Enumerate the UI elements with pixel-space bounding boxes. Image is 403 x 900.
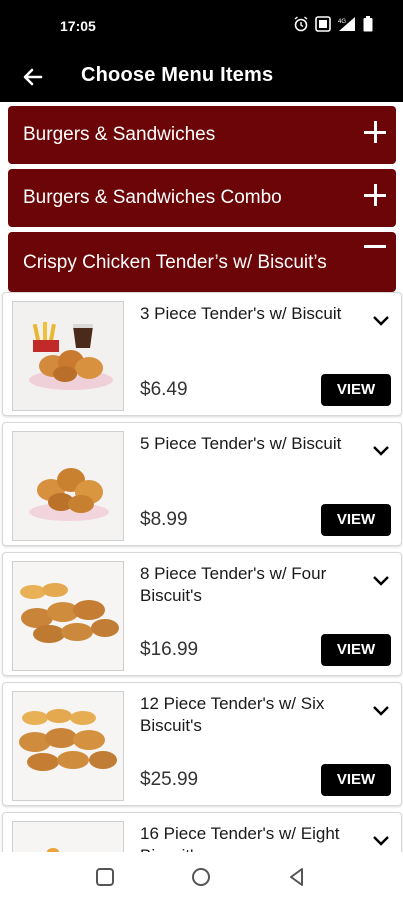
item-image xyxy=(12,431,124,541)
item-price: $8.99 xyxy=(140,509,188,530)
arrow-left-icon[interactable] xyxy=(18,62,48,92)
menu-item-card[interactable]: 16 Piece Tender's w/ Eight Biscuit's xyxy=(2,812,402,852)
tenders-with-fries-image xyxy=(13,302,123,410)
category-crispy-chicken-tenders[interactable]: Crispy Chicken Tender’s w/ Biscuit’s xyxy=(8,232,396,292)
svg-text:4G: 4G xyxy=(338,19,346,25)
view-button[interactable]: VIEW xyxy=(321,764,391,796)
view-button[interactable]: VIEW xyxy=(321,374,391,406)
tenders-with-biscuits-image xyxy=(13,692,123,800)
menu-item-card[interactable]: 12 Piece Tender's w/ Six Biscuit's $25.9… xyxy=(2,682,402,806)
chevron-down-icon[interactable] xyxy=(371,703,391,717)
category-burgers-sandwiches[interactable]: Burgers & Sandwiches xyxy=(8,106,396,164)
item-image xyxy=(12,691,124,801)
menu-content: Burgers & Sandwiches Burgers & Sandwiche… xyxy=(0,102,403,852)
status-bar: 17:05 4G xyxy=(0,0,403,52)
item-price: $6.49 xyxy=(140,379,188,400)
item-name: 12 Piece Tender's w/ Six Biscuit's xyxy=(140,694,325,735)
item-name: 16 Piece Tender's w/ Eight Biscuit's xyxy=(140,824,340,852)
category-label: Burgers & Sandwiches xyxy=(23,124,216,145)
menu-item-card[interactable]: 8 Piece Tender's w/ Four Biscuit's $16.9… xyxy=(2,552,402,676)
minus-icon[interactable] xyxy=(364,234,388,258)
tenders-image xyxy=(13,432,123,540)
item-price: $16.99 xyxy=(140,639,199,660)
category-label: Crispy Chicken Tender’s w/ Biscuit’s xyxy=(23,252,327,273)
alarm-icon xyxy=(294,16,308,32)
page-title: Choose Menu Items xyxy=(81,64,274,86)
category-burgers-sandwiches-combo[interactable]: Burgers & Sandwiches Combo xyxy=(8,169,396,227)
data-saver-icon xyxy=(315,16,331,32)
status-icons: 4G xyxy=(293,16,373,32)
plus-icon[interactable] xyxy=(364,183,388,207)
chevron-down-icon[interactable] xyxy=(371,833,391,847)
triangle-back-icon[interactable] xyxy=(286,866,308,888)
tenders-with-biscuits-image xyxy=(13,562,123,670)
menu-item-card[interactable]: 5 Piece Tender's w/ Biscuit $8.99 VIEW xyxy=(2,422,402,546)
battery-icon xyxy=(363,16,373,32)
menu-item-card[interactable]: 3 Piece Tender's w/ Biscuit $6.49 VIEW xyxy=(2,292,402,416)
view-button[interactable]: VIEW xyxy=(321,634,391,666)
tenders-image xyxy=(13,822,123,852)
signal-icon: 4G xyxy=(338,17,355,31)
status-time: 17:05 xyxy=(60,18,96,34)
item-name: 3 Piece Tender's w/ Biscuit xyxy=(140,304,342,323)
item-name: 8 Piece Tender's w/ Four Biscuit's xyxy=(140,564,327,605)
item-name: 5 Piece Tender's w/ Biscuit xyxy=(140,434,342,453)
chevron-down-icon[interactable] xyxy=(371,313,391,327)
item-image xyxy=(12,821,124,852)
system-nav-bar xyxy=(0,852,403,900)
chevron-down-icon[interactable] xyxy=(371,573,391,587)
chevron-down-icon[interactable] xyxy=(371,443,391,457)
app-bar: Choose Menu Items xyxy=(0,52,403,102)
view-button[interactable]: VIEW xyxy=(321,504,391,536)
category-label: Burgers & Sandwiches Combo xyxy=(23,187,282,208)
square-icon[interactable] xyxy=(94,866,116,888)
plus-icon[interactable] xyxy=(364,120,388,144)
circle-icon[interactable] xyxy=(190,866,212,888)
item-image xyxy=(12,561,124,671)
item-price: $25.99 xyxy=(140,769,199,790)
item-image xyxy=(12,301,124,411)
